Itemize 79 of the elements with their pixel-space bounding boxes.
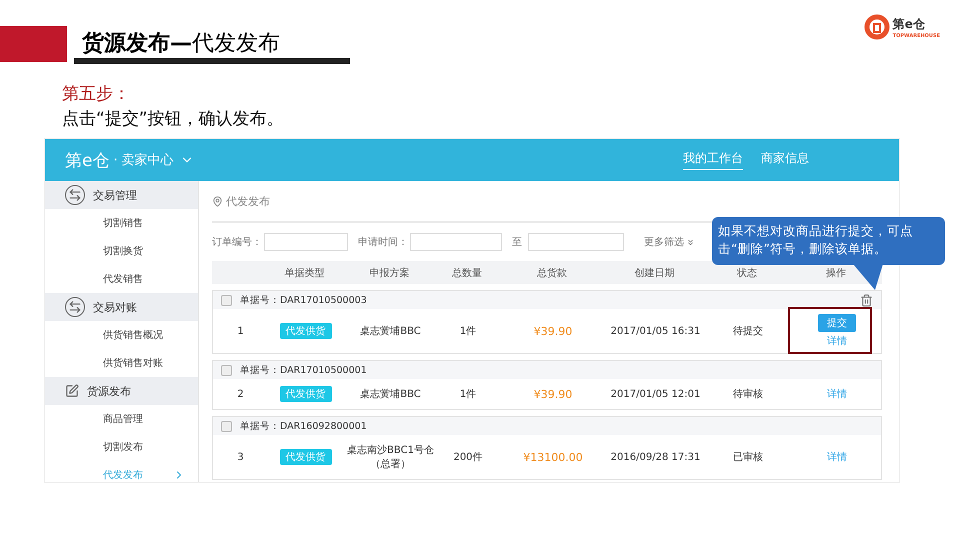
sidebar-item[interactable]: 供货销售对账 bbox=[45, 349, 198, 377]
table-cell-text: 2017/01/05 16:31 bbox=[610, 326, 702, 336]
type-tag: 代发供货 bbox=[280, 323, 332, 339]
order-number-field[interactable] bbox=[264, 233, 348, 251]
group-label: 货源发布 bbox=[87, 384, 131, 398]
table-cell-text: 1件 bbox=[458, 388, 478, 401]
table-cell-text: 1 bbox=[236, 326, 245, 336]
slide-title: 货源发布—代发发布 bbox=[82, 30, 280, 58]
column-header: 单据类型 bbox=[284, 266, 326, 280]
table-cell-text: 桌志南沙BBC1号仓 bbox=[347, 444, 434, 457]
logo-name: 第e仓 bbox=[892, 16, 926, 32]
item-label: 代发发布 bbox=[103, 469, 143, 482]
item-label: 供货销售对账 bbox=[103, 356, 163, 370]
item-label: 供货销售概况 bbox=[103, 328, 163, 342]
sidebar-item[interactable]: 供货销售概况 bbox=[45, 321, 198, 349]
group-label: 交易管理 bbox=[93, 188, 137, 202]
sidebar-item[interactable]: 切割销售 bbox=[45, 209, 198, 237]
type-tag: 代发供货 bbox=[280, 386, 332, 402]
checkbox[interactable] bbox=[221, 364, 232, 376]
exchange-icon bbox=[65, 185, 85, 205]
filter-label: 申请时间： bbox=[358, 236, 408, 249]
table-cell-text: 3 bbox=[236, 452, 245, 462]
item-label: 商品管理 bbox=[103, 412, 143, 426]
sidebar-item[interactable]: 切割发布 bbox=[45, 433, 198, 461]
trash-icon[interactable] bbox=[860, 294, 873, 306]
item-label: 切割销售 bbox=[103, 216, 143, 230]
date-from-field[interactable] bbox=[410, 233, 502, 251]
callout-tail bbox=[853, 264, 883, 290]
table-cell-text: （总署） bbox=[370, 458, 410, 471]
brand-name: 第e仓 bbox=[65, 150, 110, 172]
sidebar-item[interactable]: 代发销售 bbox=[45, 265, 198, 293]
column-header: 创建日期 bbox=[634, 266, 676, 280]
amount: ¥39.90 bbox=[532, 388, 574, 400]
step-label: 第五步： bbox=[62, 83, 131, 106]
table-cell-text: 1件 bbox=[458, 325, 478, 338]
table-cell-text: 200件 bbox=[452, 451, 484, 464]
checkbox[interactable] bbox=[221, 420, 232, 432]
item-label: 切割发布 bbox=[103, 440, 143, 454]
logo-icon bbox=[864, 14, 890, 40]
table-cell-text: 2017/01/05 12:01 bbox=[610, 388, 702, 400]
order-number: 单据号：DAR17010500003 bbox=[240, 294, 367, 306]
column-header: 状态 bbox=[736, 266, 758, 280]
amount: ¥39.90 bbox=[532, 324, 574, 338]
checkbox[interactable] bbox=[221, 294, 232, 306]
table-cell-text: 桌志黉埔BBC bbox=[360, 388, 421, 401]
type-tag: 代发供货 bbox=[280, 449, 332, 465]
title-accent-bar bbox=[0, 26, 67, 62]
page-heading: 代发发布 bbox=[226, 194, 270, 208]
sidebar-group-header[interactable]: 交易管理 bbox=[45, 181, 198, 209]
more-filters-link[interactable]: 更多筛选 bbox=[644, 235, 695, 249]
sidebar-item[interactable]: 切割换货 bbox=[45, 237, 198, 265]
location-pin-icon bbox=[212, 196, 223, 206]
column-header: 总数量 bbox=[451, 266, 483, 280]
sidebar-item[interactable]: 商品管理 bbox=[45, 405, 198, 433]
item-label: 切割换货 bbox=[103, 244, 143, 258]
table-cell-text: 待审核 bbox=[732, 388, 764, 401]
sidebar-group-header[interactable]: 交易对账 bbox=[45, 293, 198, 321]
range-separator: 至 bbox=[512, 236, 522, 249]
order-number: 单据号：DAR16092800001 bbox=[240, 420, 367, 432]
brand-subtitle: · 卖家中心 bbox=[113, 152, 174, 169]
table-cell-text: 2016/09/28 17:31 bbox=[610, 452, 702, 462]
table-cell-text: 桌志黉埔BBC bbox=[360, 324, 421, 338]
column-header: 总货款 bbox=[536, 266, 568, 280]
date-to-field[interactable] bbox=[528, 233, 624, 251]
amount: ¥13100.00 bbox=[522, 450, 584, 464]
order-number: 单据号：DAR17010500001 bbox=[240, 364, 367, 376]
column-header: 操作 bbox=[825, 266, 847, 280]
filter-label: 订单编号： bbox=[212, 236, 262, 249]
table-cell-text: 已审核 bbox=[732, 450, 764, 464]
sidebar-group-header[interactable]: 货源发布 bbox=[45, 377, 198, 405]
column-header: 申报方案 bbox=[368, 266, 410, 280]
group-label: 交易对账 bbox=[93, 300, 137, 314]
table-cell-text: 待提交 bbox=[732, 324, 764, 338]
edit-icon bbox=[65, 384, 79, 398]
exchange-icon bbox=[65, 297, 85, 317]
item-label: 代发销售 bbox=[103, 273, 143, 286]
double-chevron-icon bbox=[686, 238, 695, 246]
instruction-text: 点击“提交”按钮，确认发布。 bbox=[62, 108, 285, 131]
table-cell-text: 2 bbox=[236, 388, 245, 400]
